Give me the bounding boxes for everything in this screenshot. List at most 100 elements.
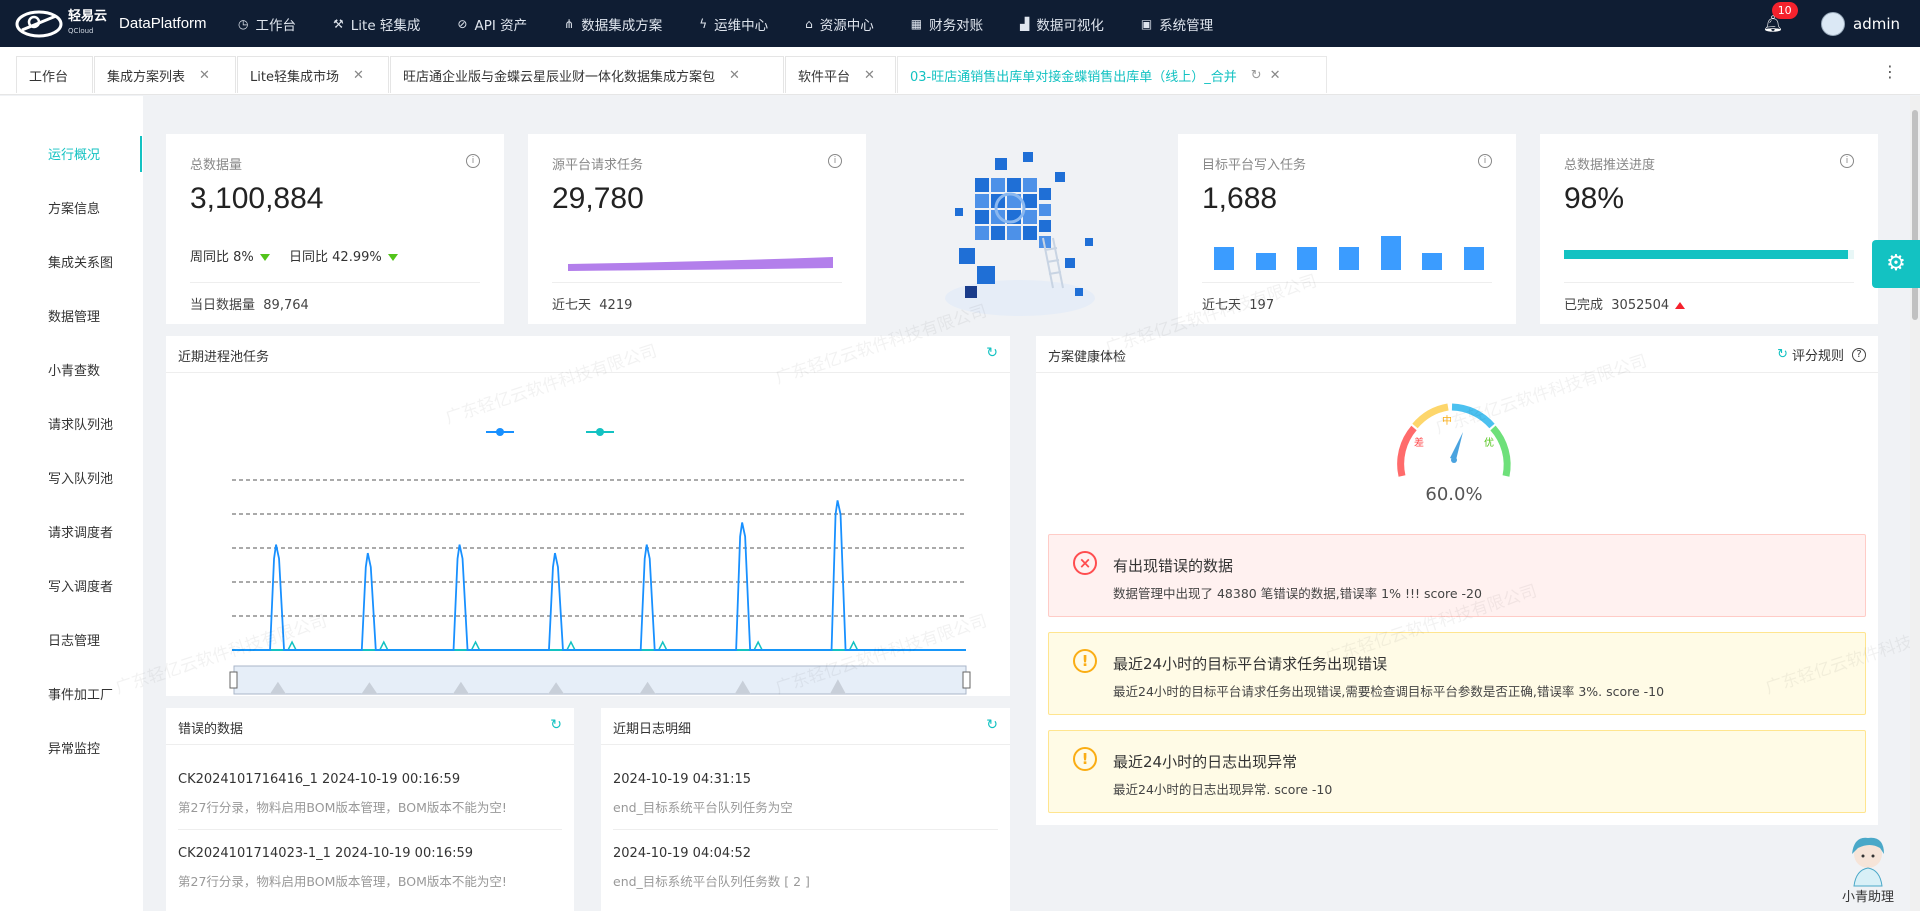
sidebar-item-write-scheduler[interactable]: 写入调度者: [48, 576, 113, 595]
sidebar-item-logs[interactable]: 日志管理: [48, 630, 100, 649]
avatar[interactable]: [1821, 11, 1845, 36]
tab-software-platform[interactable]: 软件平台 ✕: [785, 56, 896, 93]
gear-icon: ⚙: [1886, 251, 1906, 276]
nav-item-ops[interactable]: ϟ 运维中心: [699, 14, 768, 34]
nav-item-lite[interactable]: ⚒ Lite 轻集成: [333, 14, 420, 34]
log-item[interactable]: 2024-10-19 04:04:52 end_目标系统平台队列任务数 [ 2 …: [613, 846, 810, 890]
alert-error-data: × 有出现错误的数据 数据管理中出现了 48380 笔错误的数据,错误率 1% …: [1048, 534, 1866, 617]
divider: [552, 282, 842, 283]
stat-card-progress: 总数据推送进度 i 98% 已完成 3052504: [1540, 134, 1878, 324]
alert-target-request: ! 最近24小时的目标平台请求任务出现错误 最近24小时的目标平台请求任务出现错…: [1048, 632, 1866, 715]
legend-series-1[interactable]: [486, 428, 514, 436]
panel-title: 近期进程池任务: [178, 350, 270, 365]
refresh-icon[interactable]: ↻: [550, 717, 562, 733]
settings-button[interactable]: ⚙: [1872, 240, 1920, 288]
sidebar-item-solution-info[interactable]: 方案信息: [48, 198, 100, 217]
log-time: 2024-10-19 04:04:52: [613, 846, 752, 861]
sidebar-item-write-queue[interactable]: 写入队列池: [48, 468, 113, 487]
clock-icon: ◷: [238, 16, 249, 31]
user-name[interactable]: admin: [1853, 15, 1900, 33]
refresh-icon[interactable]: ↻: [1777, 347, 1788, 362]
gauge-bad-label: 差: [1414, 436, 1424, 449]
top-navbar: 轻易云 QCloud DataPlatform ◷ 工作台 ⚒ Lite 轻集成 ⊘…: [0, 0, 1920, 47]
nav-item-finance[interactable]: ▦ 财务对账: [911, 14, 983, 34]
data-zoom-slider[interactable]: [229, 665, 971, 695]
log-message: end_目标系统平台队列任务为空: [613, 800, 793, 815]
nav-item-api[interactable]: ⊘ API 资产: [457, 14, 527, 34]
error-icon: ×: [1073, 551, 1097, 575]
more-icon[interactable]: ⋮: [1882, 62, 1898, 81]
refresh-icon[interactable]: ↻: [986, 717, 998, 733]
sidebar-item-request-scheduler[interactable]: 请求调度者: [48, 522, 113, 541]
sidebar-item-data-management[interactable]: 数据管理: [48, 306, 100, 325]
gauge-score: 60.0%: [1425, 484, 1482, 505]
nodes-icon: ⋔: [564, 16, 575, 31]
vertical-scrollbar[interactable]: [1910, 96, 1920, 911]
tab-solution-package[interactable]: 旺店通企业版与金蝶云星辰业财一体化数据集成方案包 ✕: [390, 56, 784, 93]
refresh-icon[interactable]: ↻: [1251, 68, 1262, 83]
log-time: 2024-10-19 04:31:15: [613, 772, 752, 787]
error-id: CK2024101714023-1_1 2024-10-19 00:16:59: [178, 846, 474, 861]
tab-solution-list[interactable]: 集成方案列表 ✕: [94, 56, 236, 93]
nav-item-workbench[interactable]: ◷ 工作台: [238, 14, 296, 34]
brand-name: DataPlatform: [119, 15, 207, 32]
info-icon[interactable]: i: [1478, 154, 1492, 168]
target-bar: [1339, 247, 1359, 270]
assistant-button[interactable]: 小青助理: [1828, 832, 1908, 905]
error-item[interactable]: CK2024101716416_1 2024-10-19 00:16:59 第2…: [178, 772, 562, 816]
close-icon[interactable]: ✕: [353, 68, 364, 83]
info-icon[interactable]: i: [466, 154, 480, 168]
divider: [178, 829, 562, 830]
log-message: end_目标系统平台队列任务数 [ 2 ]: [613, 874, 810, 889]
health-check-panel: 方案健康体检 ↻ 评分规则 ? 差 中 优 60.0% × 有出现错误的数据 数…: [1036, 336, 1878, 825]
sidebar-item-request-queue[interactable]: 请求队列池: [48, 414, 113, 433]
stat-footer: 已完成 3052504: [1564, 294, 1686, 313]
refresh-icon[interactable]: ↻: [986, 345, 998, 361]
help-icon[interactable]: ?: [1852, 347, 1866, 362]
info-icon[interactable]: i: [1840, 154, 1854, 168]
stat-title: 总数据推送进度: [1564, 158, 1656, 173]
sidebar-item-relation-graph[interactable]: 集成关系图: [48, 252, 113, 271]
tab-current-solution[interactable]: 03-旺店通销售出库单对接金蝶销售出库单（线上）_合并 ↻ ✕: [897, 56, 1327, 93]
stat-footer: 近七天 197: [1202, 298, 1275, 313]
close-icon[interactable]: ✕: [199, 68, 210, 83]
nav-item-system[interactable]: ▣ 系统管理: [1141, 14, 1213, 34]
sidebar-item-query[interactable]: 小青查数: [48, 360, 100, 379]
series-1-line: [232, 500, 966, 651]
target-bar: [1380, 236, 1401, 270]
assistant-avatar-icon: [1852, 837, 1884, 887]
stat-footer: 当日数据量 89,764: [190, 298, 309, 313]
logo[interactable]: 轻易云 QCloud DataPlatform: [0, 8, 225, 40]
panel-header: [166, 336, 1010, 373]
nav-item-visualization[interactable]: ▟ 数据可视化: [1020, 14, 1104, 34]
tab-workbench[interactable]: 工作台: [16, 56, 93, 93]
sidebar-item-event-factory[interactable]: 事件加工厂: [48, 684, 113, 703]
score-rule-link[interactable]: ↻ 评分规则 ?: [1777, 345, 1866, 364]
error-item[interactable]: CK2024101714023-1_1 2024-10-19 00:16:59 …: [178, 846, 562, 890]
process-pool-chart[interactable]: [166, 374, 1010, 696]
close-icon[interactable]: ✕: [864, 68, 875, 83]
nav-item-resources[interactable]: ⌂ 资源中心: [805, 14, 874, 34]
sidebar-item-exception-monitor[interactable]: 异常监控: [48, 738, 100, 757]
stat-footer: 近七天 4219: [552, 298, 633, 313]
tab-lite-market[interactable]: Lite轻集成市场 ✕: [237, 56, 389, 93]
close-icon[interactable]: ✕: [729, 68, 740, 83]
health-gauge: 差 中 优 60.0%: [1397, 403, 1511, 505]
stat-value: 3,100,884: [190, 182, 324, 215]
scrollbar-thumb[interactable]: [1912, 110, 1918, 320]
zoom-handle-right: [962, 671, 971, 689]
nav-item-integration[interactable]: ⋔ 数据集成方案: [564, 14, 662, 34]
error-message: 第27行分录，物料启用BOM版本管理，BOM版本不能为空!: [178, 874, 507, 889]
sidebar-item-overview[interactable]: 运行概况: [48, 144, 100, 163]
legend-series-2[interactable]: [586, 428, 614, 436]
target-bar: [1255, 253, 1276, 270]
stat-card-total: 总数据量 i 3,100,884 周同比 8% 日同比 42.99% 当日数据量…: [166, 134, 504, 324]
progress-track: [1564, 250, 1854, 259]
target-bar: [1297, 247, 1318, 270]
alert-desc: 最近24小时的目标平台请求任务出现错误,需要检查调目标平台参数是否正确,错误率 …: [1113, 684, 1665, 699]
data-cube-illustration: [945, 152, 1095, 316]
info-icon[interactable]: i: [828, 154, 842, 168]
notification-bell[interactable]: 🔔︎ 10: [1763, 2, 1798, 33]
log-item[interactable]: 2024-10-19 04:31:15 end_目标系统平台队列任务为空: [613, 772, 793, 816]
close-icon[interactable]: ✕: [1270, 68, 1281, 83]
